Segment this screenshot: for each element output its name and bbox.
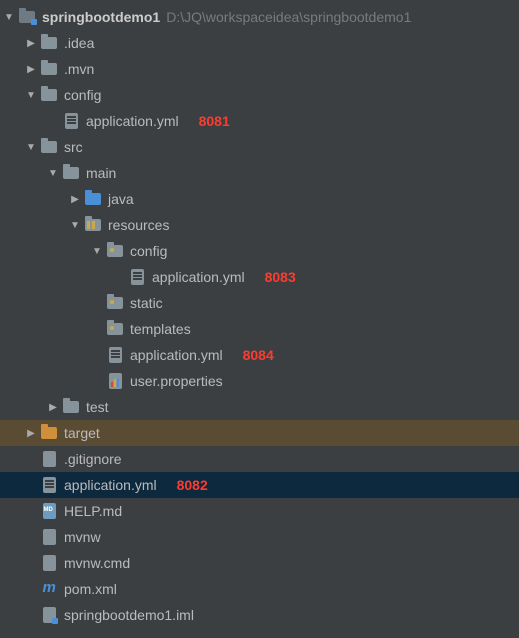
tree-node-idea[interactable]: ▶ .idea bbox=[0, 30, 519, 56]
tree-node-help-md[interactable]: ▶ HELP.md bbox=[0, 498, 519, 524]
port-annotation: 8083 bbox=[265, 269, 296, 285]
project-tree: ▼ springbootdemo1 D:\JQ\workspaceidea\sp… bbox=[0, 0, 519, 628]
root-path: D:\JQ\workspaceidea\springbootdemo1 bbox=[166, 9, 411, 25]
chevron-down-icon[interactable]: ▼ bbox=[70, 220, 80, 231]
iml-file-icon bbox=[40, 606, 58, 624]
tree-node-target[interactable]: ▶ target bbox=[0, 420, 519, 446]
tree-node-mvnw-cmd[interactable]: ▶ mvnw.cmd bbox=[0, 550, 519, 576]
node-label: test bbox=[86, 399, 109, 415]
node-label: target bbox=[64, 425, 100, 441]
tree-node-mvn[interactable]: ▶ .mvn bbox=[0, 56, 519, 82]
node-label: config bbox=[130, 243, 167, 259]
text-file-icon bbox=[40, 528, 58, 546]
maven-file-icon bbox=[40, 580, 58, 598]
tree-node-src[interactable]: ▼ src bbox=[0, 134, 519, 160]
text-file-icon bbox=[40, 554, 58, 572]
tree-node-resources[interactable]: ▼ resources bbox=[0, 212, 519, 238]
properties-file-icon bbox=[106, 372, 124, 390]
node-label: static bbox=[130, 295, 163, 311]
tree-node-res-config-app-yml[interactable]: ▶ application.yml 8083 bbox=[0, 264, 519, 290]
folder-icon bbox=[40, 60, 58, 78]
tree-node-config[interactable]: ▼ config bbox=[0, 82, 519, 108]
node-label: application.yml bbox=[130, 347, 223, 363]
node-label: user.properties bbox=[130, 373, 223, 389]
package-folder-icon bbox=[106, 320, 124, 338]
node-label: templates bbox=[130, 321, 191, 337]
node-label: src bbox=[64, 139, 83, 155]
folder-icon bbox=[40, 34, 58, 52]
node-label: .gitignore bbox=[64, 451, 122, 467]
chevron-down-icon[interactable]: ▼ bbox=[4, 12, 14, 23]
yml-file-icon bbox=[128, 268, 146, 286]
node-label: .idea bbox=[64, 35, 94, 51]
root-label: springbootdemo1 bbox=[42, 9, 160, 25]
yml-file-icon bbox=[40, 476, 58, 494]
resources-folder-icon bbox=[84, 216, 102, 234]
node-label: main bbox=[86, 165, 116, 181]
node-label: mvnw bbox=[64, 529, 101, 545]
tree-node-java[interactable]: ▶ java bbox=[0, 186, 519, 212]
folder-icon bbox=[40, 86, 58, 104]
chevron-right-icon[interactable]: ▶ bbox=[26, 428, 36, 439]
tree-node-config-app-yml[interactable]: ▶ application.yml 8081 bbox=[0, 108, 519, 134]
node-label: springbootdemo1.iml bbox=[64, 607, 194, 623]
node-label: mvnw.cmd bbox=[64, 555, 130, 571]
chevron-right-icon[interactable]: ▶ bbox=[26, 38, 36, 49]
tree-node-res-app-yml[interactable]: ▶ application.yml 8084 bbox=[0, 342, 519, 368]
node-label: pom.xml bbox=[64, 581, 117, 597]
text-file-icon bbox=[40, 450, 58, 468]
node-label: HELP.md bbox=[64, 503, 122, 519]
tree-node-main[interactable]: ▼ main bbox=[0, 160, 519, 186]
tree-node-gitignore[interactable]: ▶ .gitignore bbox=[0, 446, 519, 472]
node-label: .mvn bbox=[64, 61, 94, 77]
tree-node-test[interactable]: ▶ test bbox=[0, 394, 519, 420]
tree-node-res-config[interactable]: ▼ config bbox=[0, 238, 519, 264]
node-label: application.yml bbox=[64, 477, 157, 493]
markdown-file-icon bbox=[40, 502, 58, 520]
node-label: config bbox=[64, 87, 101, 103]
chevron-right-icon[interactable]: ▶ bbox=[26, 64, 36, 75]
node-label: java bbox=[108, 191, 134, 207]
chevron-right-icon[interactable]: ▶ bbox=[70, 194, 80, 205]
source-folder-icon bbox=[84, 190, 102, 208]
package-folder-icon bbox=[106, 242, 124, 260]
yml-file-icon bbox=[106, 346, 124, 364]
node-label: resources bbox=[108, 217, 169, 233]
tree-node-templates[interactable]: ▶ templates bbox=[0, 316, 519, 342]
tree-node-mvnw[interactable]: ▶ mvnw bbox=[0, 524, 519, 550]
folder-icon bbox=[62, 398, 80, 416]
chevron-down-icon[interactable]: ▼ bbox=[26, 90, 36, 101]
port-annotation: 8084 bbox=[243, 347, 274, 363]
tree-node-root-app-yml[interactable]: ▶ application.yml 8082 bbox=[0, 472, 519, 498]
package-folder-icon bbox=[106, 294, 124, 312]
node-label: application.yml bbox=[86, 113, 179, 129]
tree-node-pom-xml[interactable]: ▶ pom.xml bbox=[0, 576, 519, 602]
folder-icon bbox=[62, 164, 80, 182]
tree-node-user-properties[interactable]: ▶ user.properties bbox=[0, 368, 519, 394]
yml-file-icon bbox=[62, 112, 80, 130]
folder-icon bbox=[40, 138, 58, 156]
chevron-down-icon[interactable]: ▼ bbox=[92, 246, 102, 257]
port-annotation: 8082 bbox=[177, 477, 208, 493]
excluded-folder-icon bbox=[40, 424, 58, 442]
chevron-right-icon[interactable]: ▶ bbox=[48, 402, 58, 413]
port-annotation: 8081 bbox=[199, 113, 230, 129]
chevron-down-icon[interactable]: ▼ bbox=[48, 168, 58, 179]
chevron-down-icon[interactable]: ▼ bbox=[26, 142, 36, 153]
tree-node-static[interactable]: ▶ static bbox=[0, 290, 519, 316]
node-label: application.yml bbox=[152, 269, 245, 285]
tree-node-iml[interactable]: ▶ springbootdemo1.iml bbox=[0, 602, 519, 628]
module-folder-icon bbox=[18, 8, 36, 26]
tree-node-root[interactable]: ▼ springbootdemo1 D:\JQ\workspaceidea\sp… bbox=[0, 4, 519, 30]
